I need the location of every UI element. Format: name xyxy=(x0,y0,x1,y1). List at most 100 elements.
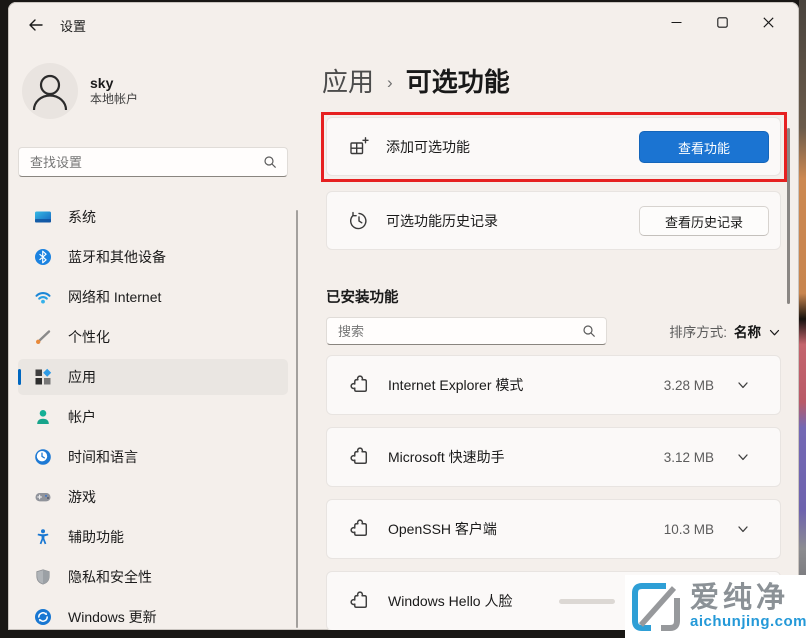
puzzle-icon xyxy=(349,446,371,468)
sidebar-item-label: 系统 xyxy=(68,209,96,225)
minimize-button[interactable] xyxy=(653,2,699,42)
sort-value: 名称 xyxy=(734,325,761,340)
feature-row-internet-explorer-mode[interactable]: Internet Explorer 模式 3.28 MB xyxy=(326,355,781,415)
back-button[interactable] xyxy=(20,12,52,38)
bluetooth-icon xyxy=(34,248,52,266)
watermark: 爱纯净 aichunjing.com xyxy=(625,575,806,638)
puzzle-icon xyxy=(349,518,371,540)
sidebar-item-accounts[interactable]: 帐户 xyxy=(18,399,288,435)
add-feature-icon xyxy=(348,136,370,158)
sidebar-item-time-language[interactable]: 时间和语言 xyxy=(18,439,288,475)
apps-icon xyxy=(34,368,52,386)
feature-name: OpenSSH 客户端 xyxy=(388,521,497,537)
user-account-button[interactable]: sky 本地帐户 xyxy=(22,62,292,120)
sidebar-item-label: 辅助功能 xyxy=(68,529,124,545)
sidebar-item-label: 隐私和安全性 xyxy=(68,569,152,585)
sidebar-item-privacy[interactable]: 隐私和安全性 xyxy=(18,559,288,595)
puzzle-icon xyxy=(349,374,371,396)
user-name: sky xyxy=(90,75,114,91)
privacy-icon xyxy=(34,568,52,586)
maximize-icon xyxy=(716,16,728,28)
loading-placeholder xyxy=(559,598,615,604)
sidebar-nav: 系统 蓝牙和其他设备 网络和 Internet 个性化 应用 帐户 时间和语言 … xyxy=(18,199,288,630)
puzzle-icon xyxy=(349,590,371,612)
gaming-icon xyxy=(34,488,52,506)
accessibility-icon xyxy=(34,528,52,546)
settings-search-input[interactable] xyxy=(19,154,263,170)
sidebar-item-label: 应用 xyxy=(68,369,96,385)
breadcrumb-separator-icon: › xyxy=(387,73,393,92)
sort-label: 排序方式: xyxy=(669,325,727,340)
close-icon xyxy=(762,16,774,28)
sidebar-item-label: 时间和语言 xyxy=(68,449,138,465)
avatar xyxy=(22,63,78,119)
sidebar-item-system[interactable]: 系统 xyxy=(18,199,288,235)
sidebar-item-label: 个性化 xyxy=(68,329,110,345)
sidebar-scrollbar[interactable] xyxy=(296,210,298,628)
add-feature-label: 添加可选功能 xyxy=(386,138,470,155)
feature-name: Microsoft 快速助手 xyxy=(388,449,505,465)
watermark-text: 爱纯净 aichunjing.com xyxy=(690,583,806,631)
sidebar-item-apps[interactable]: 应用 xyxy=(18,359,288,395)
feature-name: Internet Explorer 模式 xyxy=(388,377,524,393)
user-info: sky 本地帐户 xyxy=(90,75,138,107)
windows-update-icon xyxy=(34,608,52,626)
chevron-down-icon[interactable] xyxy=(736,450,750,464)
feature-name: Windows Hello 人脸 xyxy=(388,593,513,609)
chevron-down-icon xyxy=(768,326,781,339)
content-scrollbar[interactable] xyxy=(787,128,790,304)
sidebar-item-network[interactable]: 网络和 Internet xyxy=(18,279,288,315)
close-button[interactable] xyxy=(745,2,791,42)
maximize-button[interactable] xyxy=(699,2,745,42)
feature-size: 3.12 MB xyxy=(663,449,714,465)
view-features-button[interactable]: 查看功能 xyxy=(639,131,769,163)
sidebar-item-windows-update[interactable]: Windows 更新 xyxy=(18,599,288,630)
settings-window: 设置 sky 本地帐户 查找设置 系统 蓝牙和其他设备 网络和 Internet… xyxy=(8,2,799,630)
sidebar-item-label: Windows 更新 xyxy=(68,609,157,625)
personalization-icon xyxy=(34,328,52,346)
desktop-wallpaper-edge xyxy=(799,0,806,638)
feature-row-openssh-client[interactable]: OpenSSH 客户端 10.3 MB xyxy=(326,499,781,559)
network-icon xyxy=(34,288,52,306)
sort-dropdown[interactable]: 排序方式: 名称 xyxy=(669,317,781,345)
main-content: 应用 › 可选功能 添加可选功能 查看功能 可选功能历史记录 查看历史记录 已安… xyxy=(308,48,799,630)
back-arrow-icon xyxy=(29,19,43,31)
feature-search-input[interactable] xyxy=(327,323,582,339)
sidebar-item-bluetooth[interactable]: 蓝牙和其他设备 xyxy=(18,239,288,275)
aichunjing-logo-icon xyxy=(632,582,680,631)
time-language-icon xyxy=(34,448,52,466)
app-title: 设置 xyxy=(60,19,87,34)
window-controls xyxy=(653,2,791,42)
system-icon xyxy=(34,208,52,226)
sidebar-item-personalization[interactable]: 个性化 xyxy=(18,319,288,355)
feature-search-box[interactable] xyxy=(326,317,607,345)
person-icon xyxy=(32,74,68,111)
installed-features-heading: 已安装功能 xyxy=(326,290,399,306)
search-icon xyxy=(582,324,596,338)
watermark-domain: aichunjing.com xyxy=(690,612,806,630)
accounts-icon xyxy=(34,408,52,426)
sidebar-item-accessibility[interactable]: 辅助功能 xyxy=(18,519,288,555)
sidebar-item-label: 游戏 xyxy=(68,489,96,505)
page-title: 可选功能 xyxy=(405,67,510,97)
settings-search-box[interactable] xyxy=(18,147,288,177)
view-history-button[interactable]: 查看历史记录 xyxy=(639,206,769,236)
titlebar: 设置 xyxy=(8,2,799,48)
feature-size: 10.3 MB xyxy=(663,521,714,537)
chevron-down-icon[interactable] xyxy=(736,522,750,536)
minimize-icon xyxy=(671,21,681,23)
sidebar-item-gaming[interactable]: 游戏 xyxy=(18,479,288,515)
sidebar: sky 本地帐户 系统 蓝牙和其他设备 xyxy=(8,48,308,630)
history-label: 可选功能历史记录 xyxy=(386,212,498,229)
history-icon xyxy=(348,210,370,232)
sidebar-item-label: 网络和 Internet xyxy=(68,289,162,305)
user-account-type: 本地帐户 xyxy=(90,92,139,106)
chevron-down-icon[interactable] xyxy=(736,378,750,392)
watermark-title: 爱纯净 xyxy=(690,581,790,614)
feature-row-quick-assist[interactable]: Microsoft 快速助手 3.12 MB xyxy=(326,427,781,487)
breadcrumb-parent[interactable]: 应用 xyxy=(322,62,374,99)
breadcrumb: 应用 › 可选功能 xyxy=(322,62,510,99)
sidebar-item-label: 蓝牙和其他设备 xyxy=(68,249,166,265)
sidebar-item-label: 帐户 xyxy=(68,409,96,425)
add-optional-feature-card: 添加可选功能 查看功能 xyxy=(326,117,781,176)
